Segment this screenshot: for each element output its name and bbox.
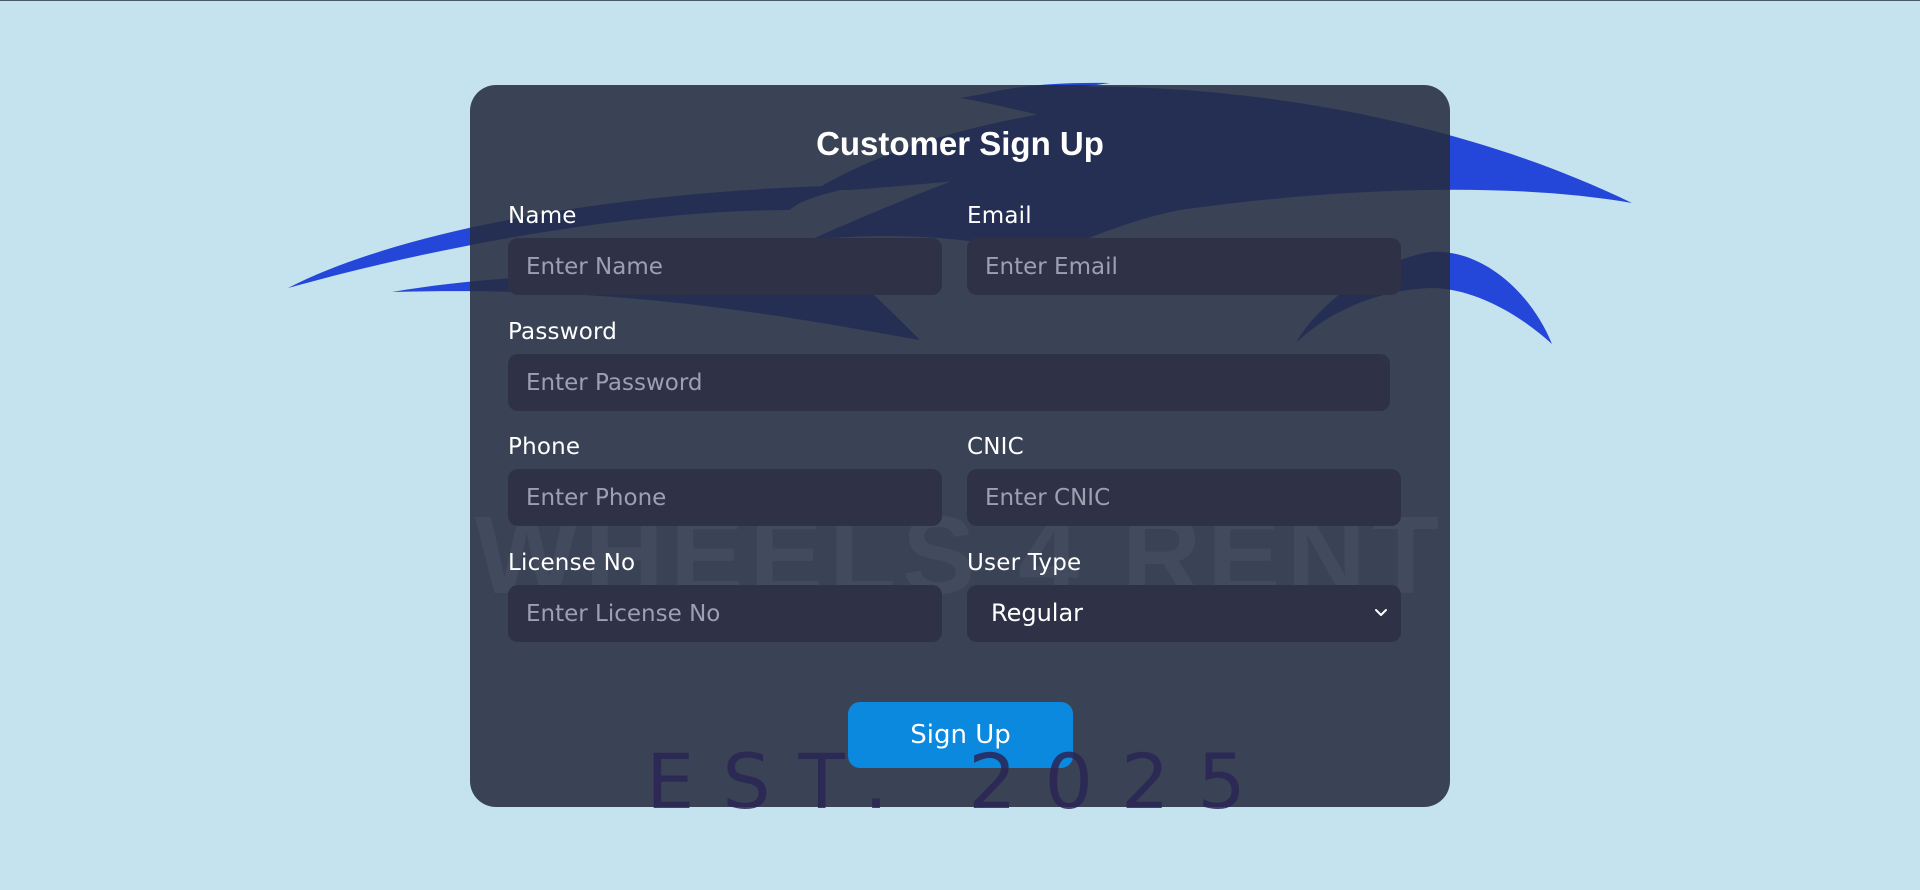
email-label: Email xyxy=(967,203,1032,229)
user-type-label: User Type xyxy=(967,550,1082,576)
signup-card: WHEELS 4 RENT Customer Sign Up Name Emai… xyxy=(470,85,1450,807)
phone-input[interactable] xyxy=(508,469,942,526)
password-label: Password xyxy=(508,319,618,345)
user-type-select[interactable]: Regular xyxy=(967,585,1401,642)
cnic-label: CNIC xyxy=(967,434,1024,460)
name-label: Name xyxy=(508,203,577,229)
signup-button[interactable]: Sign Up xyxy=(848,702,1073,768)
user-type-selected-value: Regular xyxy=(991,599,1084,627)
top-border xyxy=(0,0,1920,1)
email-input[interactable] xyxy=(967,238,1401,295)
password-input[interactable] xyxy=(508,354,1390,411)
cnic-input[interactable] xyxy=(967,469,1401,526)
chevron-down-icon xyxy=(1375,609,1387,616)
watermark-logo-text: WHEELS 4 RENT xyxy=(475,494,1439,617)
page-title: Customer Sign Up xyxy=(816,125,1104,162)
license-input[interactable] xyxy=(508,585,942,642)
license-label: License No xyxy=(508,550,636,576)
name-input[interactable] xyxy=(508,238,942,295)
phone-label: Phone xyxy=(508,434,581,460)
